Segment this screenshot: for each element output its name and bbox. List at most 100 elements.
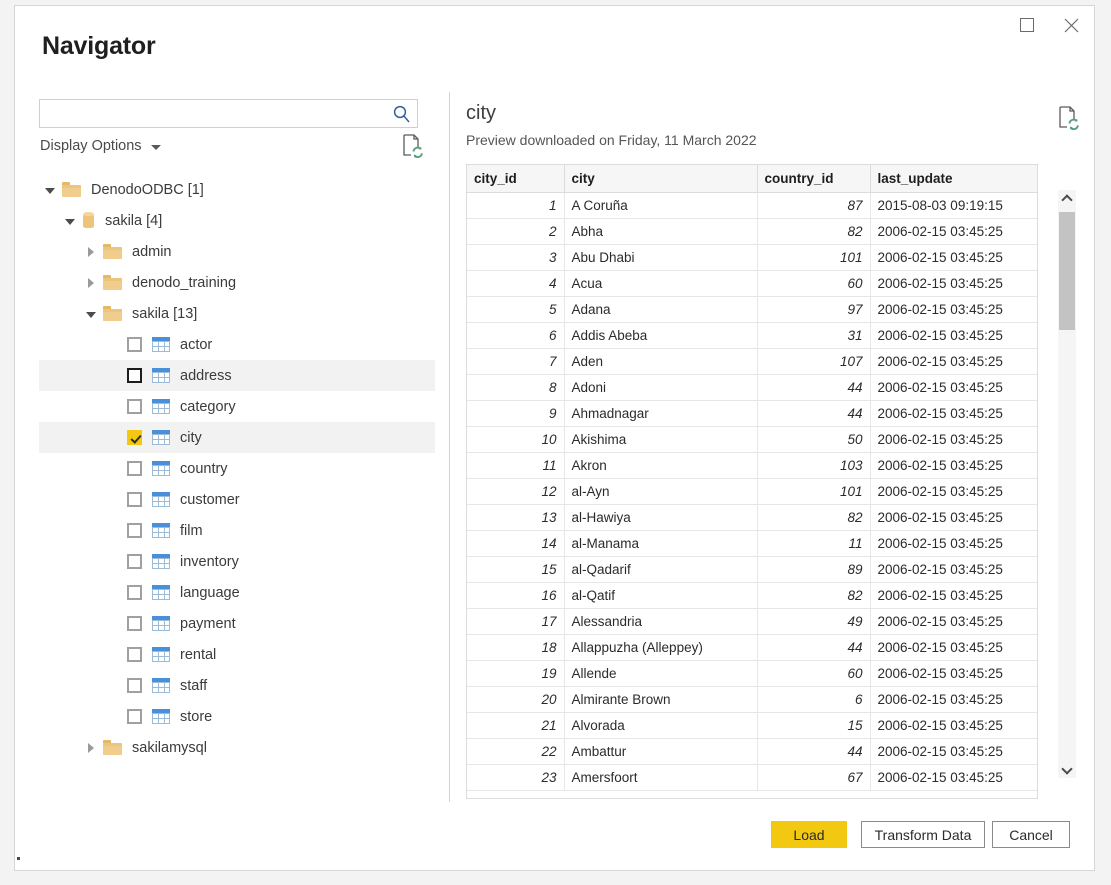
checkbox-city[interactable]: [127, 430, 142, 445]
tree-item-language[interactable]: language: [39, 577, 435, 608]
checkbox-category[interactable]: [127, 399, 142, 414]
table-grid-icon: [152, 585, 170, 600]
twisty-placeholder: [105, 369, 119, 383]
cell-country_id: 89: [757, 557, 870, 583]
cell-last_update: 2006-02-15 03:45:25: [870, 375, 1037, 401]
checkbox-film[interactable]: [127, 523, 142, 538]
cell-last_update: 2006-02-15 03:45:25: [870, 687, 1037, 713]
folder-icon: [103, 275, 122, 290]
table-row: 2Abha822006-02-15 03:45:25: [467, 219, 1037, 245]
table-row: 15al-Qadarif892006-02-15 03:45:25: [467, 557, 1037, 583]
tree-item-denodoodbc[interactable]: DenodoODBC [1]: [39, 174, 435, 205]
tree-item-sakila[interactable]: sakila [4]: [39, 205, 435, 236]
checkbox-rental[interactable]: [127, 647, 142, 662]
cell-city: Abha: [564, 219, 757, 245]
table-grid-icon: [152, 709, 170, 724]
expand-triangle-closed-icon[interactable]: [84, 245, 98, 259]
twisty-placeholder: [105, 648, 119, 662]
checkbox-actor[interactable]: [127, 337, 142, 352]
source-tree[interactable]: DenodoODBC [1]sakila [4]admindenodo_trai…: [39, 174, 435, 801]
tree-item-rental[interactable]: rental: [39, 639, 435, 670]
scroll-up-button[interactable]: [1058, 190, 1076, 208]
table-row: 14al-Manama112006-02-15 03:45:25: [467, 531, 1037, 557]
tree-item-city[interactable]: city: [39, 422, 435, 453]
display-options-dropdown[interactable]: Display Options: [40, 138, 161, 154]
refresh-sources-button[interactable]: [402, 134, 424, 163]
checkbox-store[interactable]: [127, 709, 142, 724]
tree-item-customer[interactable]: customer: [39, 484, 435, 515]
navigator-dialog: Navigator Display Options DenodoODB: [14, 5, 1095, 871]
checkbox-staff[interactable]: [127, 678, 142, 693]
tree-item-payment[interactable]: payment: [39, 608, 435, 639]
checkbox-inventory[interactable]: [127, 554, 142, 569]
cell-last_update: 2006-02-15 03:45:25: [870, 297, 1037, 323]
tree-item-staff[interactable]: staff: [39, 670, 435, 701]
table-row: 3Abu Dhabi1012006-02-15 03:45:25: [467, 245, 1037, 271]
folder-icon: [62, 182, 81, 197]
tree-item-actor[interactable]: actor: [39, 329, 435, 360]
cell-city_id: 19: [467, 661, 564, 687]
twisty-placeholder: [105, 462, 119, 476]
tree-item-denodo_training[interactable]: denodo_training: [39, 267, 435, 298]
refresh-preview-button[interactable]: [1058, 106, 1080, 135]
checkbox-customer[interactable]: [127, 492, 142, 507]
cell-city_id: 7: [467, 349, 564, 375]
maximize-button[interactable]: [1004, 6, 1049, 44]
expand-triangle-closed-icon[interactable]: [84, 741, 98, 755]
column-header-city_id[interactable]: city_id: [467, 165, 564, 193]
cell-last_update: 2006-02-15 03:45:25: [870, 583, 1037, 609]
table-grid-icon: [152, 461, 170, 476]
search-input[interactable]: [46, 100, 390, 129]
table-grid-icon: [152, 647, 170, 662]
scroll-down-button[interactable]: [1058, 760, 1076, 778]
cell-city: Alvorada: [564, 713, 757, 739]
preview-table: city_idcitycountry_idlast_update 1A Coru…: [467, 165, 1037, 791]
table-row: 6Addis Abeba312006-02-15 03:45:25: [467, 323, 1037, 349]
search-box[interactable]: [39, 99, 418, 128]
table-row: 22Ambattur442006-02-15 03:45:25: [467, 739, 1037, 765]
tree-item-sakila[interactable]: sakila [13]: [39, 298, 435, 329]
cell-country_id: 44: [757, 739, 870, 765]
cell-country_id: 107: [757, 349, 870, 375]
search-icon[interactable]: [392, 104, 412, 124]
expand-triangle-open-icon[interactable]: [84, 307, 98, 321]
load-button[interactable]: Load: [771, 821, 847, 848]
scrollbar-thumb[interactable]: [1059, 212, 1075, 330]
preview-subtitle: Preview downloaded on Friday, 11 March 2…: [466, 132, 757, 148]
tree-item-category[interactable]: category: [39, 391, 435, 422]
cell-city: A Coruña: [564, 193, 757, 219]
cell-country_id: 44: [757, 401, 870, 427]
tree-item-country[interactable]: country: [39, 453, 435, 484]
expand-triangle-open-icon[interactable]: [63, 214, 77, 228]
column-header-last_update[interactable]: last_update: [870, 165, 1037, 193]
tree-item-store[interactable]: store: [39, 701, 435, 732]
cell-country_id: 44: [757, 635, 870, 661]
cell-last_update: 2006-02-15 03:45:25: [870, 479, 1037, 505]
cell-city: Addis Abeba: [564, 323, 757, 349]
table-grid-icon: [152, 523, 170, 538]
column-header-city[interactable]: city: [564, 165, 757, 193]
cell-city: al-Ayn: [564, 479, 757, 505]
expand-triangle-closed-icon[interactable]: [84, 276, 98, 290]
cell-country_id: 67: [757, 765, 870, 791]
close-button[interactable]: [1049, 6, 1094, 44]
tree-item-admin[interactable]: admin: [39, 236, 435, 267]
table-row: 12al-Ayn1012006-02-15 03:45:25: [467, 479, 1037, 505]
preview-vertical-scrollbar[interactable]: [1058, 190, 1076, 778]
cancel-button[interactable]: Cancel: [992, 821, 1070, 848]
checkbox-country[interactable]: [127, 461, 142, 476]
transform-data-button[interactable]: Transform Data: [861, 821, 985, 848]
expand-triangle-open-icon[interactable]: [43, 183, 57, 197]
tree-item-label: customer: [180, 492, 240, 508]
resize-grip[interactable]: [17, 857, 20, 860]
tree-item-film[interactable]: film: [39, 515, 435, 546]
folder-icon: [103, 740, 122, 755]
tree-item-inventory[interactable]: inventory: [39, 546, 435, 577]
checkbox-language[interactable]: [127, 585, 142, 600]
checkbox-payment[interactable]: [127, 616, 142, 631]
tree-item-address[interactable]: address: [39, 360, 435, 391]
tree-item-sakilamysql[interactable]: sakilamysql: [39, 732, 435, 763]
column-header-country_id[interactable]: country_id: [757, 165, 870, 193]
checkbox-address[interactable]: [127, 368, 142, 383]
cell-city: Alessandria: [564, 609, 757, 635]
